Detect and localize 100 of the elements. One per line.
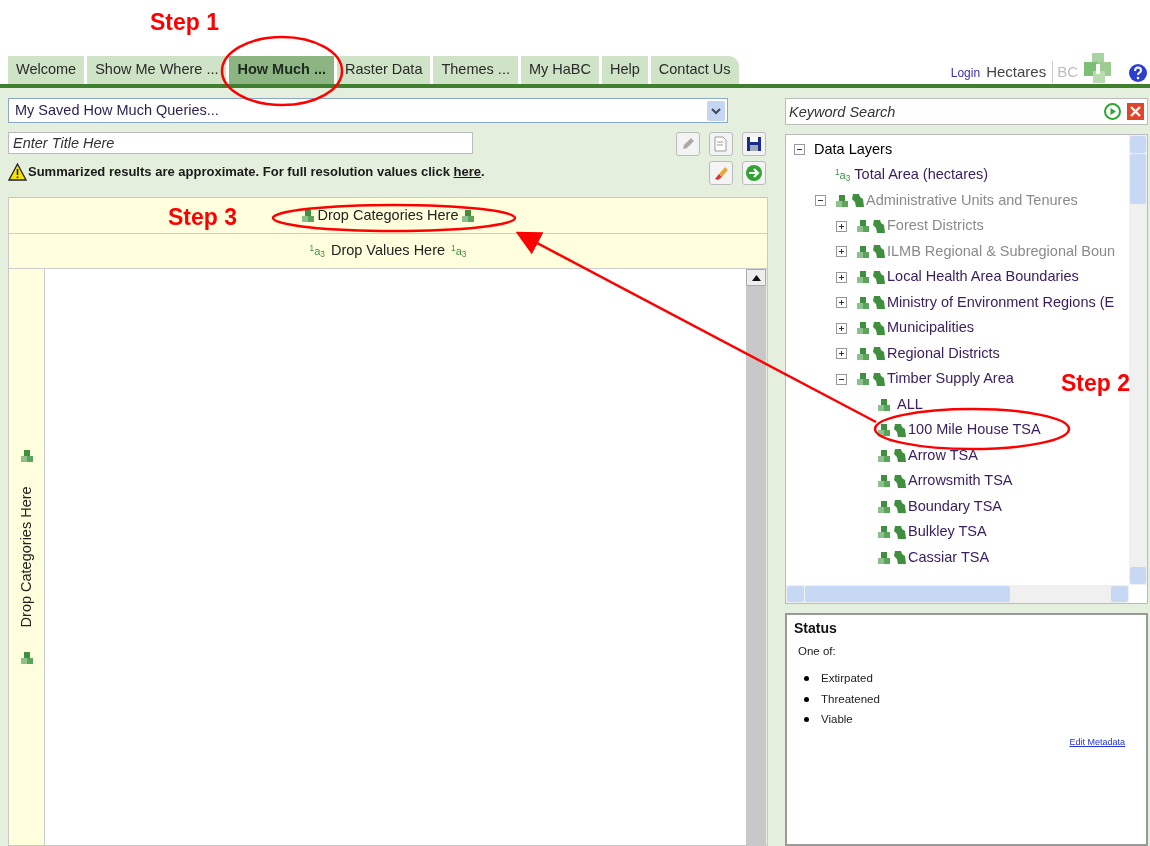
row-drop-zone[interactable]: Drop Categories Here <box>9 269 45 845</box>
step-label: Step 3 <box>168 203 238 232</box>
tree-item[interactable]: Cassiar TSA <box>908 546 990 569</box>
blocks-icon <box>301 208 316 223</box>
nav-tab[interactable]: Welcome <box>8 56 85 84</box>
tree-item[interactable]: Total Area (hectares) <box>854 164 989 187</box>
scroll-up-icon[interactable] <box>751 274 761 281</box>
eraser-button[interactable] <box>709 161 733 185</box>
metadata-intro: One of: <box>798 644 837 659</box>
metadata-option: Threatened <box>821 690 880 708</box>
here-link[interactable]: here <box>453 162 481 182</box>
title-input[interactable]: Enter Title Here <box>8 132 473 154</box>
bullet-icon <box>804 696 809 702</box>
tree-item[interactable]: 100 Mile House TSA <box>908 419 1041 442</box>
map-shape-icon <box>893 524 907 540</box>
saved-queries-dropdown[interactable]: My Saved How Much Queries... <box>8 98 728 123</box>
expand-icon[interactable] <box>836 322 847 334</box>
tree-item[interactable]: Local Health Area Boundaries <box>887 266 1079 289</box>
collapse-icon[interactable] <box>815 195 826 207</box>
map-shape-icon <box>872 320 886 336</box>
blocks-icon <box>877 499 891 514</box>
blocks-icon <box>877 448 891 463</box>
blocks-icon <box>19 449 34 463</box>
tree-item[interactable]: ALL <box>897 393 923 416</box>
drop-zone-label: Drop Values Here <box>330 241 446 261</box>
pencil-icon <box>681 137 695 151</box>
map-shape-icon <box>893 448 907 464</box>
map-shape-icon <box>872 346 886 362</box>
map-shape-icon <box>872 295 886 311</box>
collapse-icon[interactable] <box>794 144 805 156</box>
vertical-scrollbar[interactable] <box>1129 135 1147 585</box>
login-link[interactable]: Login <box>950 64 981 82</box>
nav-tab[interactable]: Themes ... <box>433 56 518 84</box>
horizontal-scrollbar[interactable] <box>786 585 1129 603</box>
blocks-icon <box>856 219 870 234</box>
blocks-icon <box>877 474 891 489</box>
expand-icon[interactable] <box>836 246 847 258</box>
tree-item[interactable]: Forest Districts <box>887 215 984 238</box>
warning-icon <box>8 162 27 181</box>
metadata-option: Viable <box>821 710 853 728</box>
value-drop-zone[interactable]: $^{1}$a$_{3}$ Drop Values Here $^{1}$a$_{3}$ <box>9 234 767 269</box>
blocks-icon <box>856 270 870 285</box>
vertical-scrollbar[interactable] <box>746 269 766 845</box>
edit-metadata-link[interactable]: Edit Metadata <box>1069 736 1125 750</box>
tree-item[interactable]: Data Layers <box>814 138 893 161</box>
blocks-icon <box>856 244 870 259</box>
blocks-icon <box>877 525 891 540</box>
tree-item[interactable]: Ministry of Environment Regions (E <box>887 291 1115 314</box>
map-shape-icon <box>893 550 907 566</box>
tree-item[interactable]: Timber Supply Area <box>887 368 1014 391</box>
drop-zone-label: Drop Categories Here <box>16 486 35 628</box>
run-button[interactable] <box>742 161 766 185</box>
blocks-icon <box>856 372 870 387</box>
nav-tab[interactable]: How Much ... <box>229 56 335 84</box>
nav-tab[interactable]: Help <box>602 56 648 84</box>
tree-item[interactable]: Municipalities <box>887 317 975 340</box>
tree-item[interactable]: Bulkley TSA <box>908 521 987 544</box>
nav-tab[interactable]: My HaBC <box>520 56 599 84</box>
blocks-icon <box>19 651 34 665</box>
blocks-icon <box>856 321 870 336</box>
nav-tab[interactable]: Raster Data <box>337 56 431 84</box>
tree-item[interactable]: ILMB Regional & Subregional Boun <box>887 240 1116 263</box>
numeric-field-icon: $^{1}$a$_{3}$ <box>835 167 851 184</box>
blocks-icon <box>877 397 891 412</box>
map-shape-icon <box>893 473 907 489</box>
help-icon[interactable] <box>1128 63 1148 83</box>
nav-tab[interactable]: Show Me Where ... <box>87 56 227 84</box>
blocks-icon <box>856 295 870 310</box>
tree-item[interactable]: Arrowsmith TSA <box>908 470 1013 493</box>
tree-item[interactable]: Boundary TSA <box>908 495 1003 518</box>
bullet-icon <box>804 716 809 722</box>
expand-icon[interactable] <box>836 220 847 232</box>
metadata-title: Status <box>794 619 838 638</box>
drop-zone-label: Drop Categories Here <box>317 205 459 225</box>
document-icon <box>714 136 728 152</box>
arrow-right-icon <box>745 164 763 182</box>
close-icon[interactable] <box>1127 103 1144 120</box>
expand-icon[interactable] <box>836 348 847 360</box>
bullet-icon <box>804 676 809 682</box>
expand-icon[interactable] <box>836 297 847 309</box>
collapse-icon[interactable] <box>836 373 847 385</box>
map-shape-icon <box>893 422 907 438</box>
logo-icon <box>1084 53 1114 83</box>
keyword-search-input[interactable]: Keyword Search <box>785 98 1148 125</box>
map-shape-icon <box>872 269 886 285</box>
save-button[interactable] <box>742 132 766 156</box>
expand-icon[interactable] <box>836 271 847 283</box>
numeric-field-icon: $^{1}$a$_{3}$ <box>309 242 325 260</box>
nav-tab[interactable]: Contact Us <box>650 56 739 84</box>
tree-item[interactable]: Arrow TSA <box>908 444 978 467</box>
step-label: Step 2 <box>1061 369 1131 398</box>
metadata-option: Extirpated <box>821 670 873 688</box>
tree-item[interactable]: Administrative Units and Tenures <box>866 189 1078 212</box>
logo-wordmark: Hectares <box>986 61 1047 82</box>
dropdown-caret-icon[interactable] <box>707 100 725 121</box>
blocks-icon <box>856 346 870 361</box>
tree-item[interactable]: Regional Districts <box>887 342 1000 365</box>
step-label: Step 1 <box>150 8 220 37</box>
eraser-icon <box>713 165 729 181</box>
approximation-notice: Summarized results are approximate. For full resolution values click here. <box>8 162 676 182</box>
